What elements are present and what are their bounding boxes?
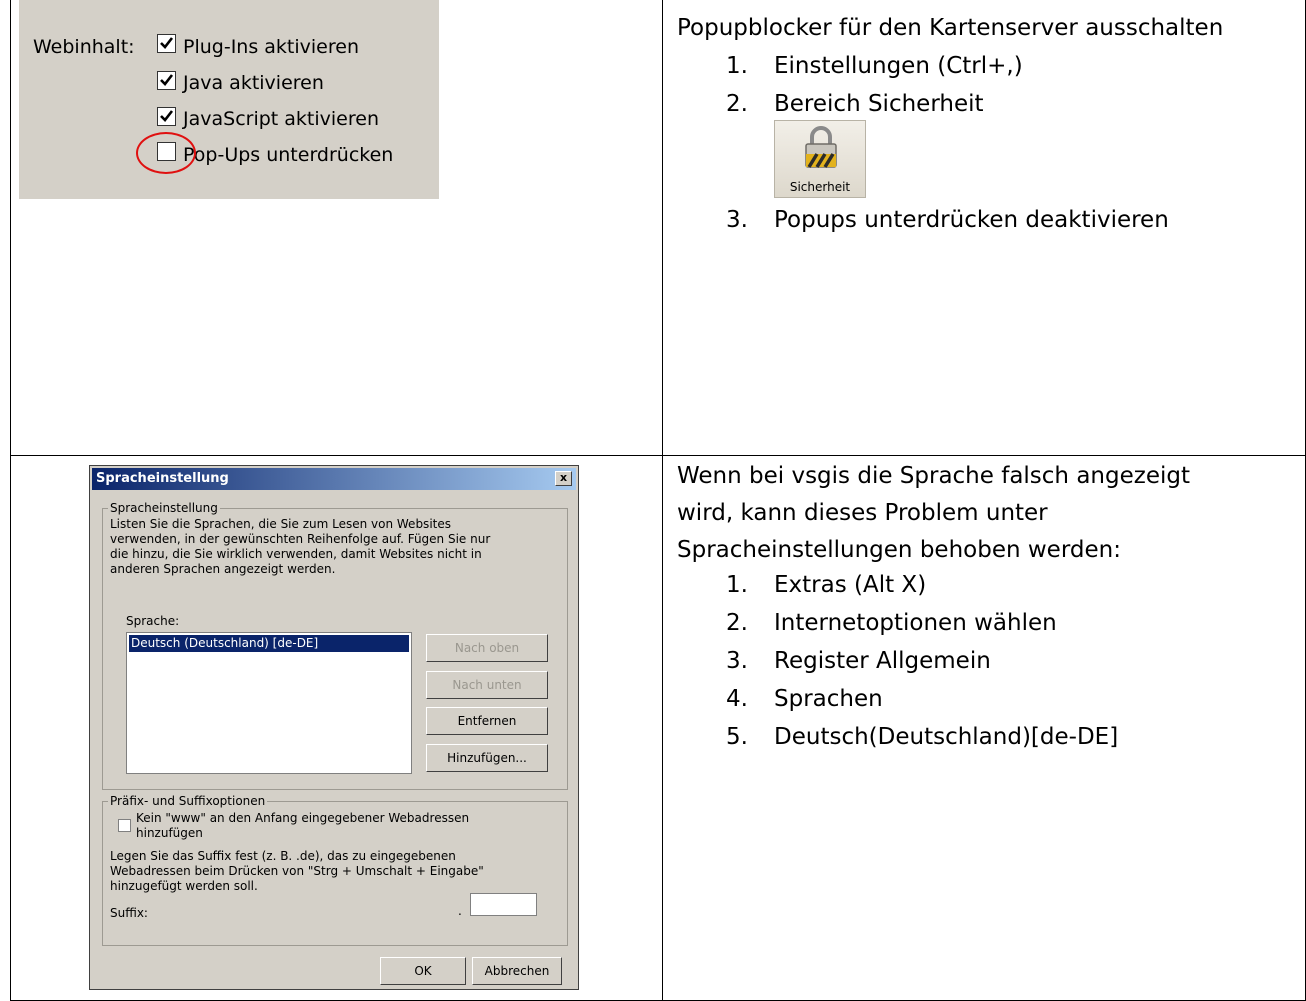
language-listbox[interactable]: Deutsch (Deutschland) [de-DE] xyxy=(126,632,412,774)
checkmark-icon xyxy=(160,110,174,122)
no-www-label-line: hinzufügen xyxy=(136,826,203,840)
webcontent-settings-screenshot: Webinhalt: Plug-Ins aktivieren Java akti… xyxy=(19,0,439,199)
java-label: Java aktivieren xyxy=(183,72,324,94)
suffix-label: Suffix: xyxy=(110,906,148,920)
webcontent-label: Webinhalt: xyxy=(33,36,135,58)
prefix-suffix-legend: Präfix- und Suffixoptionen xyxy=(108,794,268,808)
table-row-divider xyxy=(10,455,1306,456)
highlight-circle xyxy=(136,132,196,174)
language-list-item[interactable]: Deutsch (Deutschland) [de-DE] xyxy=(129,635,409,652)
dialog-titlebar: Spracheinstellung x xyxy=(92,468,576,490)
security-icon-label: Sicherheit xyxy=(789,180,851,194)
padlock-icon xyxy=(805,126,837,168)
language-list-label: Sprache: xyxy=(126,614,180,628)
popup-heading: Popupblocker für den Kartenserver aussch… xyxy=(677,15,1224,41)
java-checkbox[interactable] xyxy=(157,71,176,90)
close-icon[interactable]: x xyxy=(555,471,572,486)
checkmark-icon xyxy=(160,37,174,49)
javascript-label: JavaScript aktivieren xyxy=(183,108,379,130)
ok-button[interactable]: OK xyxy=(380,957,466,985)
no-www-checkbox[interactable] xyxy=(118,819,131,832)
plugins-checkbox[interactable] xyxy=(157,34,176,53)
language-description-line: anderen Sprachen angezeigt werden. xyxy=(110,562,336,576)
suffix-description-line: Webadressen beim Drücken von "Strg + Ums… xyxy=(110,864,484,878)
language-intro-line: wird, kann dieses Problem unter xyxy=(677,500,1048,526)
language-intro-line: Spracheinstellungen behoben werden: xyxy=(677,537,1121,563)
language-description-line: Listen Sie die Sprachen, die Sie zum Les… xyxy=(110,517,451,531)
suffix-dot: . xyxy=(458,904,462,918)
language-intro-line: Wenn bei vsgis die Sprache falsch angeze… xyxy=(677,463,1190,489)
table-border-middle xyxy=(662,0,663,1001)
security-toolbar-button[interactable]: Sicherheit xyxy=(774,120,866,198)
dialog-title: Spracheinstellung xyxy=(96,471,229,486)
javascript-checkbox[interactable] xyxy=(157,107,176,126)
language-description-line: die hinzu, die Sie wirklich verwenden, d… xyxy=(110,547,482,561)
no-www-label-line: Kein "www" an den Anfang eingegebener We… xyxy=(136,811,470,825)
suffix-description-line: Legen Sie das Suffix fest (z. B. .de), d… xyxy=(110,849,456,863)
remove-button[interactable]: Entfernen xyxy=(426,707,548,735)
suffix-input[interactable] xyxy=(470,893,537,916)
add-button[interactable]: Hinzufügen... xyxy=(426,744,548,772)
language-group-legend: Spracheinstellung xyxy=(108,501,220,515)
move-up-button[interactable]: Nach oben xyxy=(426,634,548,662)
cancel-button[interactable]: Abbrechen xyxy=(472,957,562,985)
checkmark-icon xyxy=(160,74,174,86)
suffix-description-line: hinzugefügt werden soll. xyxy=(110,879,258,893)
table-border-left xyxy=(10,0,11,1001)
move-down-button[interactable]: Nach unten xyxy=(426,671,548,699)
language-description-line: verwenden, in der gewünschten Reihenfolg… xyxy=(110,532,491,546)
popups-label: Pop-Ups unterdrücken xyxy=(183,144,394,166)
plugins-label: Plug-Ins aktivieren xyxy=(183,36,359,58)
language-settings-dialog: Spracheinstellung x Spracheinstellung Li… xyxy=(89,465,579,990)
